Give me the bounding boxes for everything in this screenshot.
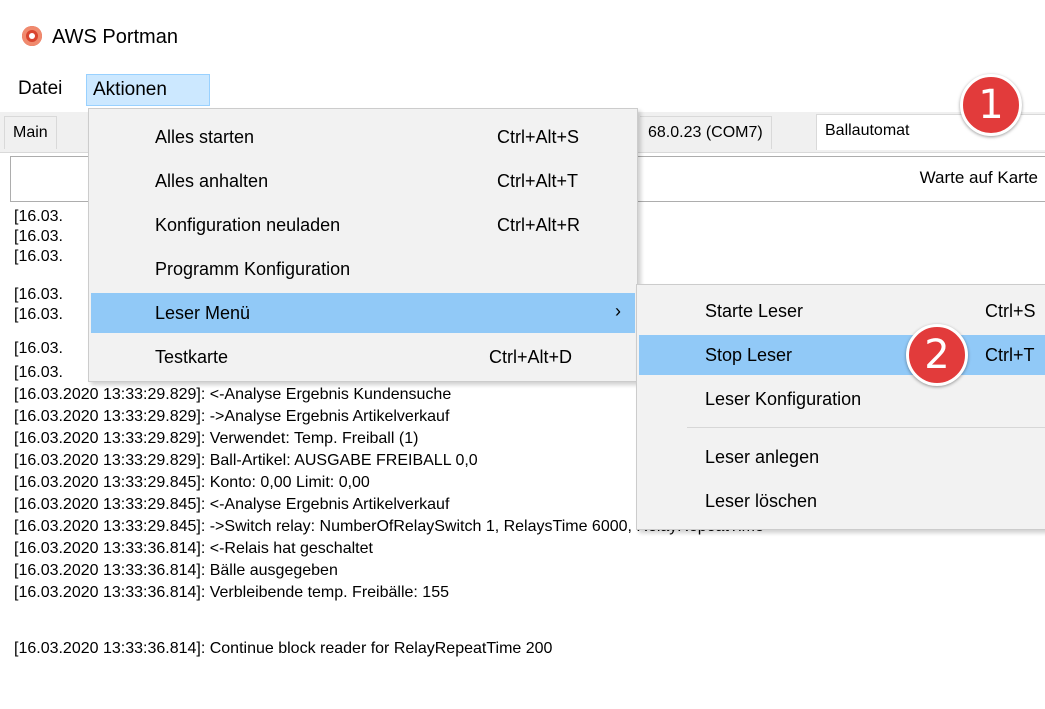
log-line: [16.03.2020 13:33:29.829]: Verwendet: Te…	[14, 430, 419, 447]
menu-item-shortcut: Ctrl+Alt+S	[497, 127, 580, 147]
menu-item-label: Stop Leser	[705, 345, 793, 365]
menu-item-label: Konfiguration neuladen	[155, 215, 341, 235]
menu-item-stop-leser[interactable]: Stop Leser Ctrl+T	[639, 335, 1045, 375]
log-line: [16.03.2020 13:33:29.845]: Konto: 0,00 L…	[14, 474, 370, 491]
menu-datei[interactable]: Datei	[12, 74, 68, 104]
app-logo-icon	[22, 26, 42, 46]
menu-item-label: Leser Konfiguration	[705, 389, 862, 409]
menu-item-konfiguration-neuladen[interactable]: Konfiguration neuladen Ctrl+Alt+R	[91, 205, 635, 245]
log-line: [16.03.	[14, 286, 63, 303]
menu-item-shortcut: Ctrl+Alt+D	[489, 347, 573, 367]
menu-item-leser-konfiguration[interactable]: Leser Konfiguration	[639, 379, 1045, 419]
step-badge-2: 2	[906, 324, 968, 386]
tab-device[interactable]: 68.0.23 (COM7)	[640, 116, 772, 149]
chevron-right-icon: ›	[615, 301, 621, 321]
menu-item-label: Alles starten	[155, 127, 255, 147]
menu-item-leser-menu[interactable]: Leser Menü ›	[91, 293, 635, 333]
log-line: [16.03.	[14, 248, 63, 265]
menu-separator	[687, 427, 1045, 428]
log-line: [16.03.2020 13:33:36.814]: Bälle ausgege…	[14, 562, 338, 579]
menu-item-shortcut: Ctrl+S	[985, 301, 1036, 321]
log-line: [16.03.2020 13:33:36.814]: Continue bloc…	[14, 640, 553, 657]
log-line: [16.03.2020 13:33:29.829]: Ball-Artikel:…	[14, 452, 478, 469]
menu-item-alles-starten[interactable]: Alles starten Ctrl+Alt+S	[91, 117, 635, 157]
title-bar: AWS Portman	[0, 0, 1045, 64]
menu-item-label: Programm Konfiguration	[155, 259, 351, 279]
menu-item-starte-leser[interactable]: Starte Leser Ctrl+S	[639, 291, 1045, 331]
leser-submenu: Starte Leser Ctrl+S Stop Leser Ctrl+T Le…	[636, 284, 1045, 530]
menu-item-shortcut: Ctrl+Alt+T	[497, 171, 579, 191]
tab-main[interactable]: Main	[4, 116, 57, 149]
aktionen-menu: Alles starten Ctrl+Alt+S Alles anhalten …	[88, 108, 638, 382]
log-line: [16.03.	[14, 364, 63, 381]
log-line: [16.03.	[14, 228, 63, 245]
log-line: [16.03.2020 13:33:36.814]: <-Relais hat …	[14, 540, 373, 557]
menu-item-label: Leser anlegen	[705, 447, 820, 467]
menu-item-programm-konfiguration[interactable]: Programm Konfiguration	[91, 249, 635, 289]
menu-bar: Datei Aktionen	[0, 70, 1045, 108]
menu-item-label: Leser Menü	[155, 303, 251, 323]
menu-item-label: Leser löschen	[705, 491, 818, 511]
menu-item-shortcut: Ctrl+Alt+R	[497, 215, 581, 235]
tab-ballautomat-label: Ballautomat	[825, 122, 910, 139]
menu-item-leser-anlegen[interactable]: Leser anlegen	[639, 437, 1045, 477]
log-line: [16.03.	[14, 306, 63, 323]
menu-item-label: Testkarte	[155, 347, 229, 367]
log-line: [16.03.	[14, 340, 63, 357]
status-text: Warte auf Karte	[919, 168, 1038, 187]
log-line: [16.03.2020 13:33:29.829]: ->Analyse Erg…	[14, 408, 450, 425]
menu-item-shortcut: Ctrl+T	[985, 345, 1035, 365]
menu-item-leser-loeschen[interactable]: Leser löschen	[639, 481, 1045, 521]
log-line: [16.03.2020 13:33:36.814]: Verbleibende …	[14, 584, 449, 601]
menu-aktionen[interactable]: Aktionen	[86, 74, 210, 106]
window-title: AWS Portman	[52, 26, 178, 48]
menu-item-alles-anhalten[interactable]: Alles anhalten Ctrl+Alt+T	[91, 161, 635, 201]
menu-item-testkarte[interactable]: Testkarte Ctrl+Alt+D	[91, 337, 635, 377]
menu-item-label: Alles anhalten	[155, 171, 269, 191]
log-line: [16.03.	[14, 208, 63, 225]
log-line: [16.03.2020 13:33:29.829]: <-Analyse Erg…	[14, 386, 452, 403]
menu-item-label: Starte Leser	[705, 301, 804, 321]
log-line: [16.03.2020 13:33:29.845]: <-Analyse Erg…	[14, 496, 450, 513]
step-badge-1: 1	[960, 74, 1022, 136]
